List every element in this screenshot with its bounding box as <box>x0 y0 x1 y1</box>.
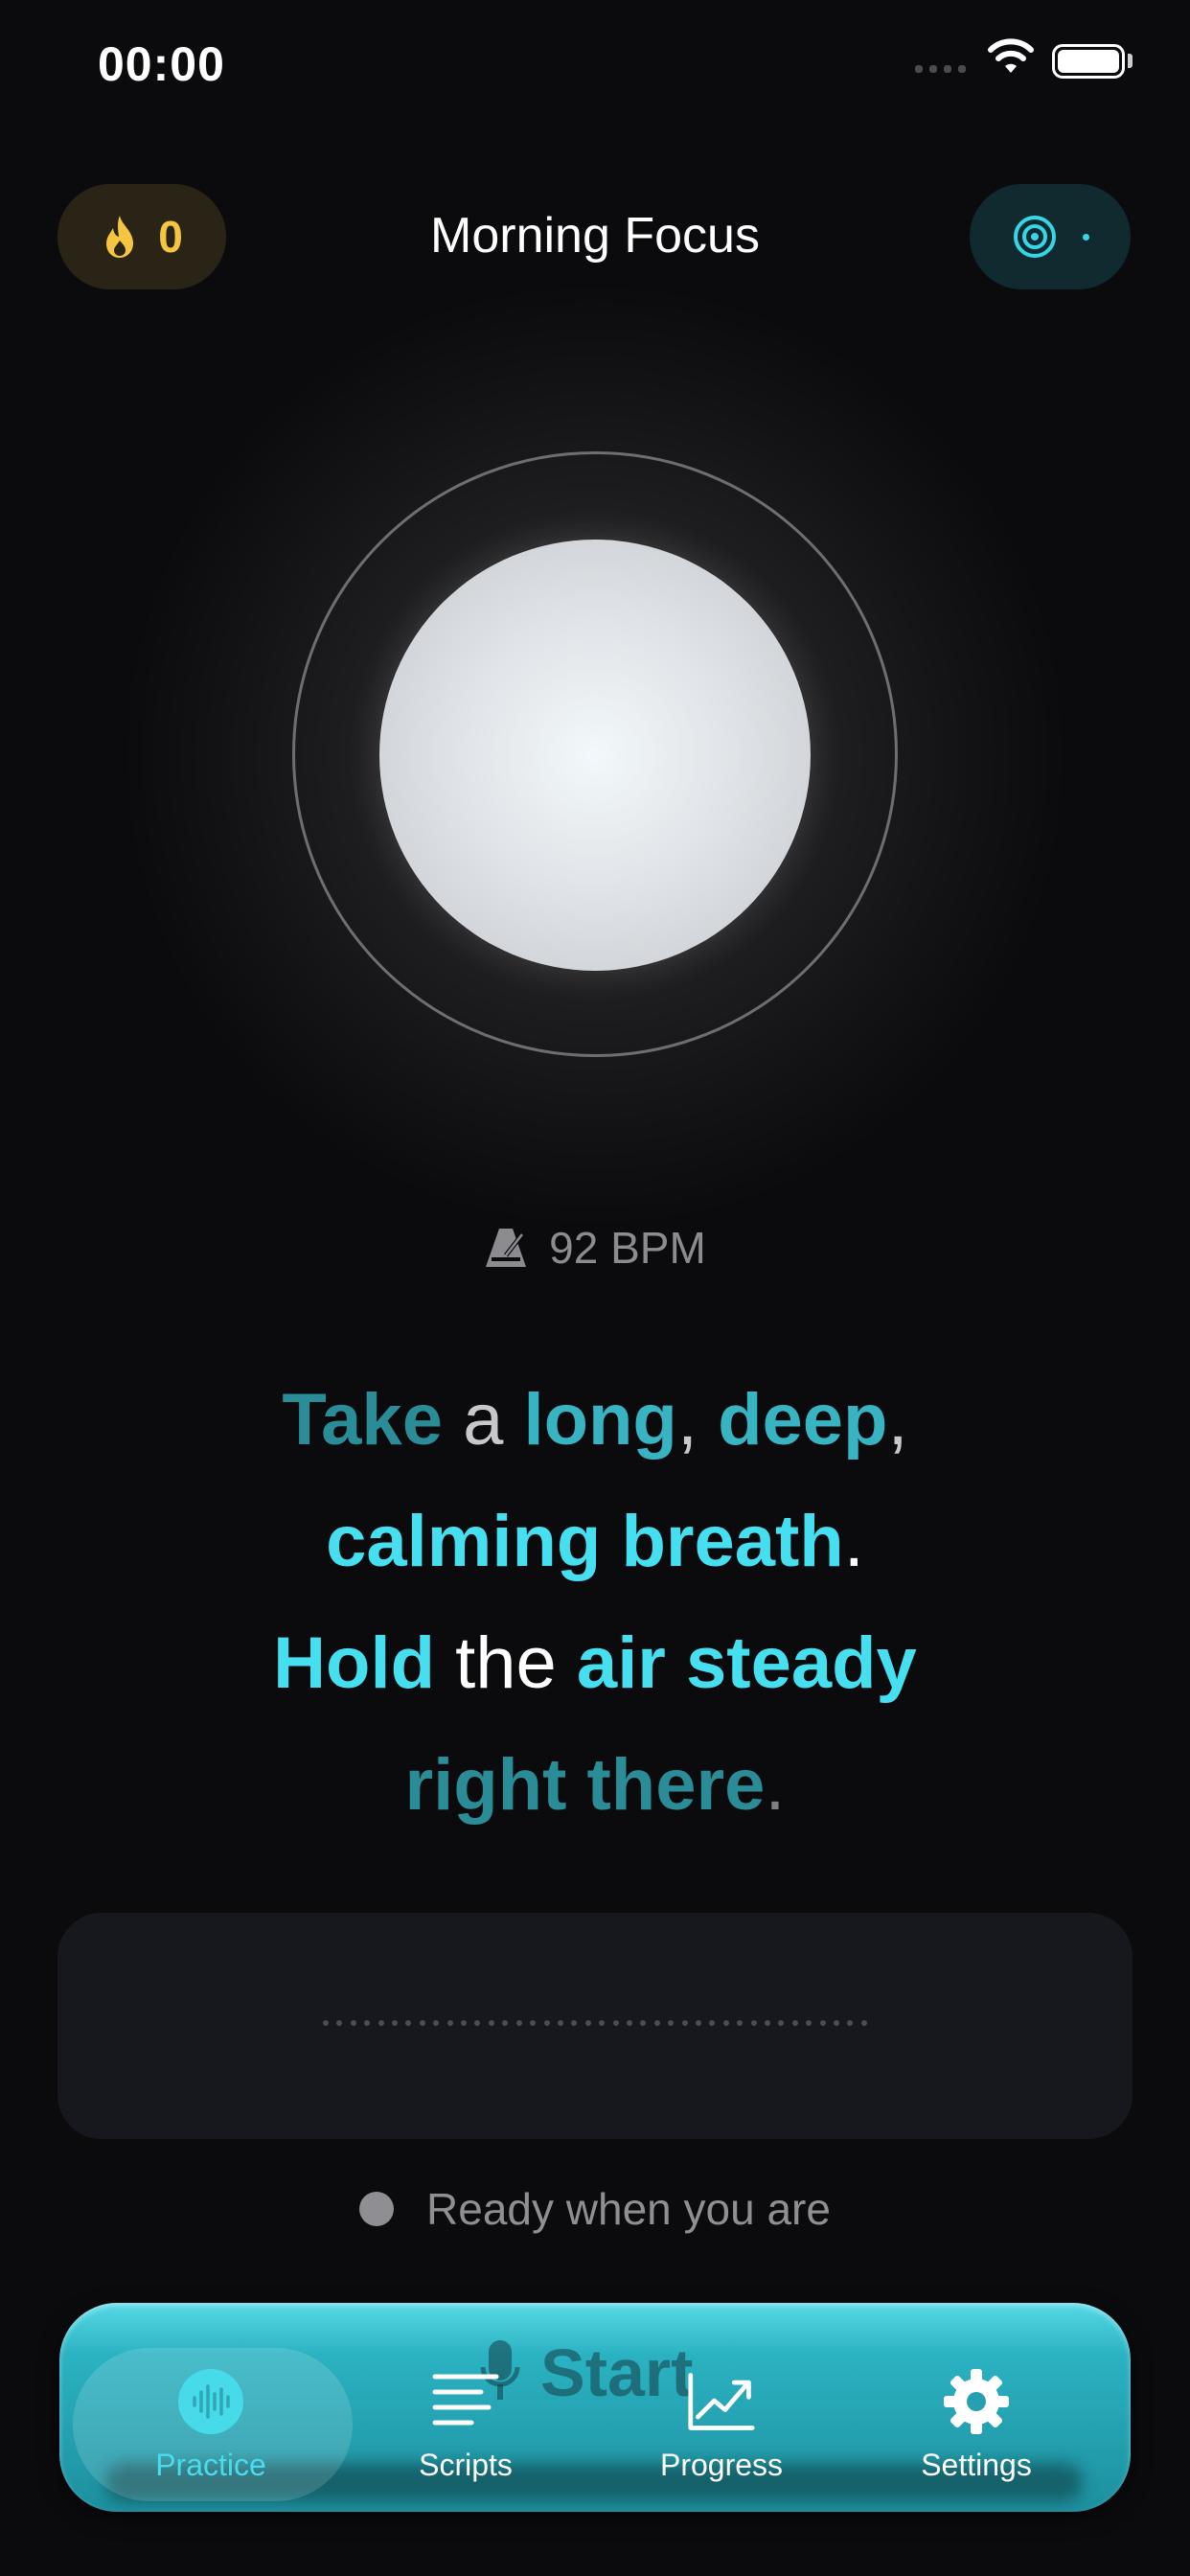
tab-scripts[interactable]: Scripts <box>341 2367 590 2483</box>
breath-orb[interactable] <box>379 540 811 971</box>
script-word: deep <box>697 1379 888 1460</box>
chart-icon <box>687 2367 756 2436</box>
script-word: right there <box>404 1744 766 1826</box>
target-icon <box>1013 216 1056 258</box>
indicator-dot <box>1082 233 1089 241</box>
wifi-icon <box>988 38 1034 73</box>
tab-label: Scripts <box>419 2448 513 2482</box>
lines-icon <box>431 2367 500 2436</box>
script-punct: , <box>676 1379 698 1460</box>
script-word: calming breath <box>326 1501 844 1582</box>
cellular-signal-icon <box>915 65 966 73</box>
waveform-icon <box>178 2369 243 2434</box>
tab-settings[interactable]: Settings <box>852 2367 1101 2483</box>
waveform-placeholder <box>323 2020 867 2026</box>
waveform-card <box>57 1913 1133 2139</box>
tempo-label: 92 BPM <box>549 1223 706 1273</box>
script-word: Take <box>282 1379 443 1460</box>
script-text: Take a long, deep, calming breath. Hold … <box>0 1359 1190 1846</box>
script-line: Hold the air steady <box>0 1602 1190 1724</box>
tab-label: Settings <box>921 2448 1032 2482</box>
script-line: right there. <box>0 1724 1190 1846</box>
script-line: calming breath. <box>0 1481 1190 1602</box>
script-word: the <box>435 1622 577 1704</box>
battery-cap <box>1128 54 1133 68</box>
battery-icon <box>1052 44 1125 79</box>
status-dot <box>359 2192 395 2226</box>
script-punct: , <box>887 1379 908 1460</box>
target-button[interactable] <box>970 184 1131 289</box>
script-punct: . <box>765 1744 786 1826</box>
script-line: Take a long, deep, <box>0 1359 1190 1481</box>
script-word: long <box>523 1379 677 1460</box>
script-punct: . <box>843 1501 864 1582</box>
status-text: Ready when you are <box>426 2184 831 2234</box>
script-word: a <box>442 1379 524 1460</box>
script-word: air steady <box>576 1622 917 1704</box>
gear-icon <box>942 2367 1011 2436</box>
script-word: Hold <box>273 1622 436 1704</box>
tab-label: Practice <box>155 2448 266 2482</box>
metronome-icon <box>486 1229 527 1267</box>
tab-label: Progress <box>659 2448 784 2482</box>
status-time: 00:00 <box>98 37 225 91</box>
tempo-display: 92 BPM <box>0 1222 1190 1274</box>
tab-progress[interactable]: Progress <box>597 2367 846 2483</box>
ready-status: Ready when you are <box>0 2183 1190 2235</box>
tab-practice[interactable]: Practice <box>86 2367 335 2483</box>
